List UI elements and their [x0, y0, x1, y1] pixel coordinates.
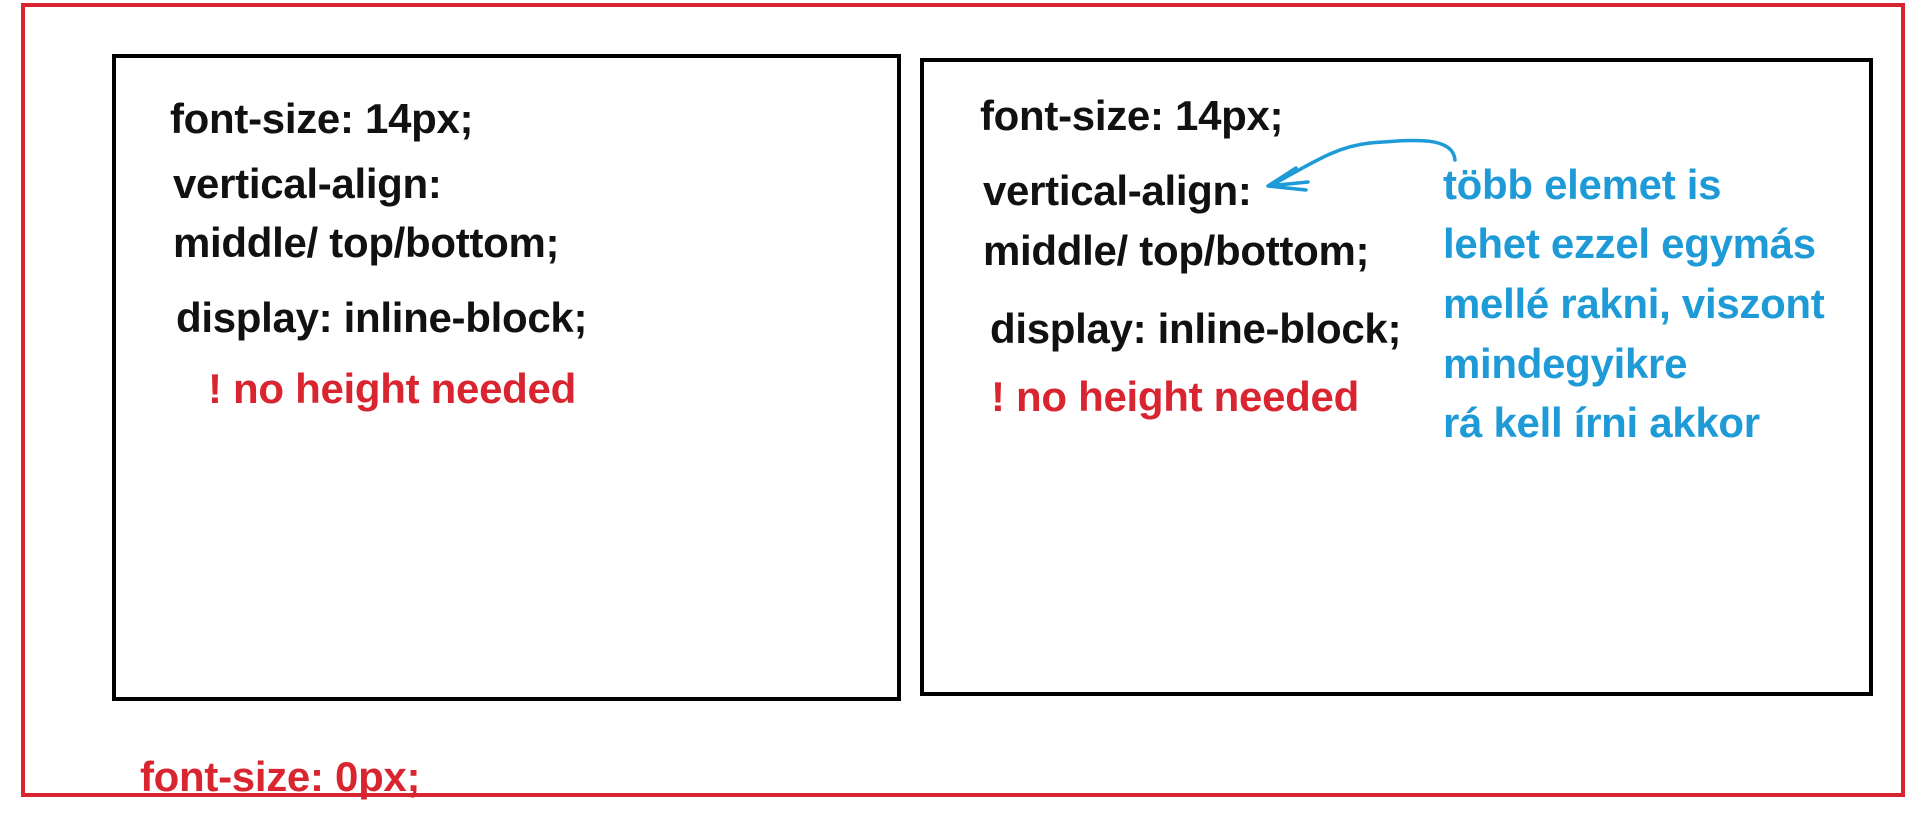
annotation-line-4: mindegyikre: [1443, 340, 1688, 387]
container-font-size-note: font-size: 0px;: [140, 753, 421, 800]
annotation-line-3: mellé rakni, viszont: [1443, 280, 1825, 327]
right-no-height-note: ! no height needed: [991, 373, 1359, 420]
right-display-text: display: inline-block;: [990, 305, 1402, 352]
left-display-text: display: inline-block;: [176, 294, 588, 341]
annotation-line-2: lehet ezzel egymás: [1443, 220, 1816, 267]
annotation-arrow-icon: [1266, 138, 1457, 192]
annotation-line-5: rá kell írni akkor: [1443, 399, 1760, 446]
left-vertical-align-values-text: middle/ top/bottom;: [173, 219, 560, 266]
annotation-line-1: több elemet is: [1443, 161, 1722, 208]
right-vertical-align-text: vertical-align:: [983, 167, 1252, 214]
right-font-size-text: font-size: 14px;: [980, 92, 1284, 139]
left-vertical-align-text: vertical-align:: [173, 160, 442, 207]
left-font-size-text: font-size: 14px;: [170, 95, 474, 142]
left-no-height-note: ! no height needed: [208, 365, 576, 412]
right-vertical-align-values-text: middle/ top/bottom;: [983, 227, 1370, 274]
